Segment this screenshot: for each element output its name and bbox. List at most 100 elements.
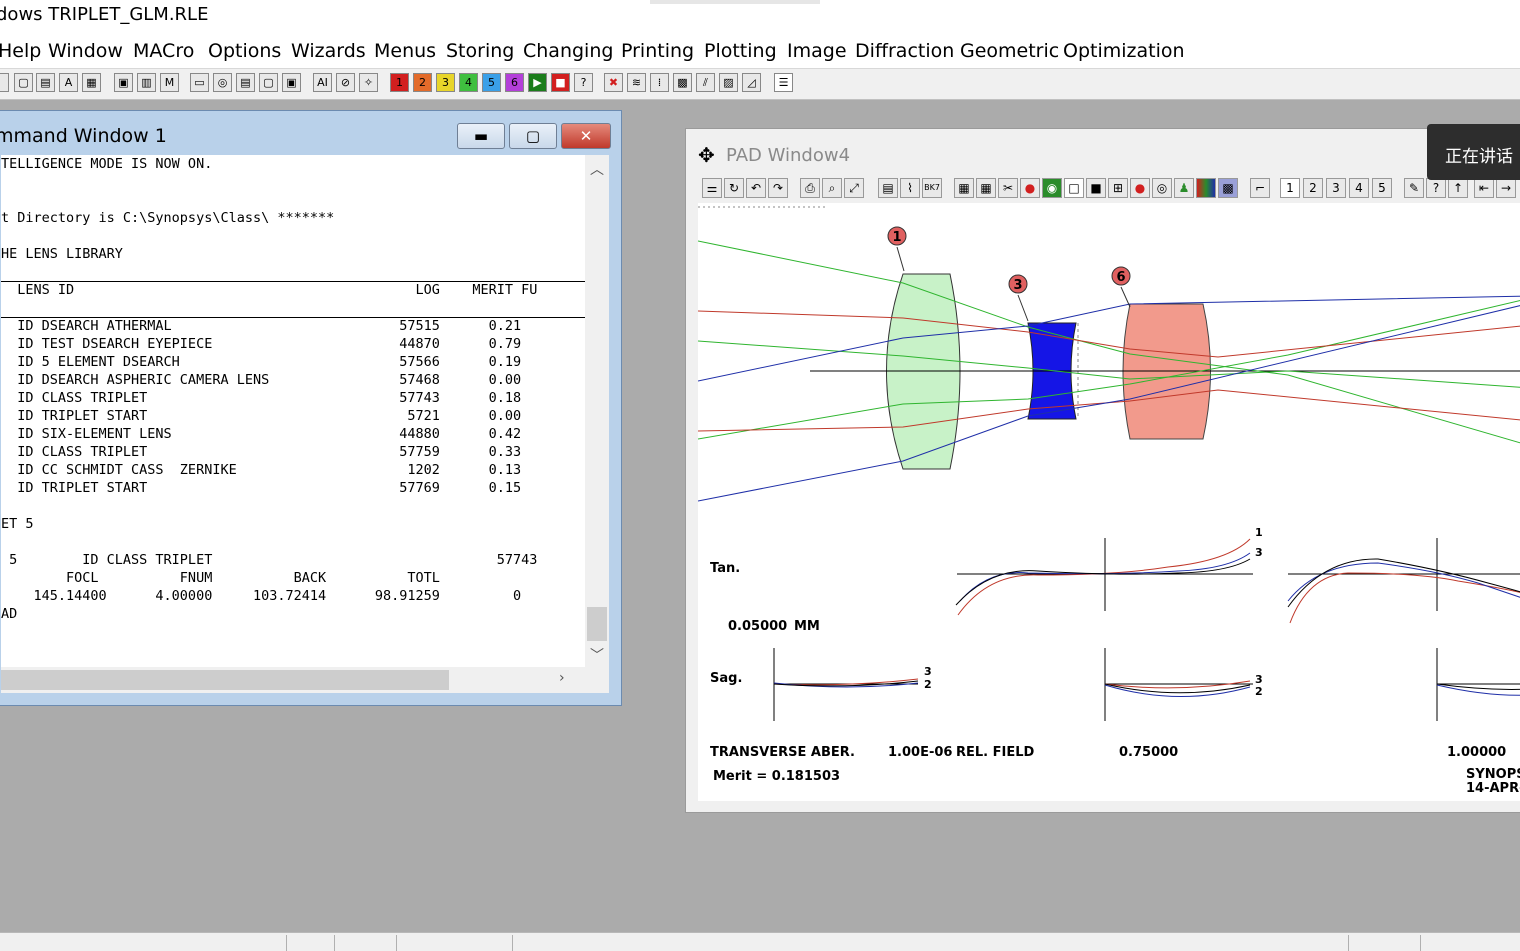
white-square-icon[interactable]: □ [1064, 178, 1084, 198]
color-button-3[interactable]: 3 [436, 73, 455, 92]
menu-window[interactable]: Window [48, 40, 123, 62]
minimize-button[interactable]: ▬ [457, 123, 505, 149]
command-output[interactable]: TELLIGENCE MODE IS NOW ON. t Directory i… [1, 155, 585, 667]
command-output-text: TELLIGENCE MODE IS NOW ON. t Directory i… [1, 156, 538, 622]
bk7-icon[interactable]: BK7 [922, 178, 942, 198]
black-square-icon[interactable]: ■ [1086, 178, 1106, 198]
scroll-up-arrow[interactable]: ︿ [590, 159, 604, 179]
pattern-icon[interactable]: ▩ [1218, 178, 1238, 198]
menu-plotting[interactable]: Plotting [704, 40, 777, 62]
toolbar-edge-icon[interactable] [0, 73, 9, 92]
menu-menus[interactable]: Menus [374, 40, 436, 62]
tan-curve-label-1: 1 [1255, 526, 1263, 539]
color-button-2[interactable]: 2 [413, 73, 432, 92]
menu-wizards[interactable]: Wizards [291, 40, 366, 62]
redo-icon[interactable]: ↷ [768, 178, 788, 198]
fit-icon[interactable]: ⤢ [844, 178, 864, 198]
maximize-button[interactable]: ▢ [509, 123, 557, 149]
undo-icon[interactable]: ↶ [746, 178, 766, 198]
status-divider [396, 935, 397, 951]
macro-icon[interactable]: M [160, 73, 179, 92]
blank-page-icon[interactable]: ▢ [259, 73, 278, 92]
menu-storing[interactable]: Storing [446, 40, 514, 62]
menu-changing[interactable]: Changing [523, 40, 613, 62]
font-icon[interactable]: A [59, 73, 78, 92]
page-button-3[interactable]: 3 [1326, 178, 1346, 198]
menu-optimization[interactable]: Optimization [1063, 40, 1185, 62]
help-cursor-icon[interactable]: ? [1426, 178, 1446, 198]
pad-window-icon: ✥ [698, 143, 715, 167]
chart-icon[interactable]: ◿ [742, 73, 761, 92]
menu-macro[interactable]: MACro [133, 40, 194, 62]
menu-printing[interactable]: Printing [621, 40, 694, 62]
page-button-2[interactable]: 2 [1303, 178, 1323, 198]
grid-icon[interactable]: ▦ [82, 73, 101, 92]
spectrum-icon[interactable]: ≋ [627, 73, 646, 92]
hscroll-thumb[interactable] [1, 670, 449, 690]
compass-icon[interactable]: ✧ [359, 73, 378, 92]
stop-icon[interactable]: ■ [551, 73, 570, 92]
menu-geometric[interactable]: Geometric [960, 40, 1059, 62]
dots-icon[interactable]: ● [1020, 178, 1040, 198]
zoom-icon[interactable]: ⌕ [822, 178, 842, 198]
horizontal-scrollbar[interactable]: › [1, 667, 585, 693]
pad-plot-area[interactable]: 1 3 6 Tan. Sag. 0.05000 MM 1 3 3 2 3 2 T… [698, 203, 1520, 801]
new-file-icon[interactable]: ▢ [14, 73, 33, 92]
glass-icon[interactable]: ⌇ [900, 178, 920, 198]
lens-view-icon[interactable]: ◎ [213, 73, 232, 92]
ai-icon[interactable]: AI [313, 73, 332, 92]
scissors-icon[interactable]: ✂ [998, 178, 1018, 198]
color-button-6[interactable]: 6 [505, 73, 524, 92]
circle-icon[interactable]: ◎ [1152, 178, 1172, 198]
arrow-up-icon[interactable]: ↑ [1448, 178, 1468, 198]
tan-curve-mid-red [957, 538, 1251, 616]
grid-small-icon[interactable]: ▦ [976, 178, 996, 198]
close-button[interactable]: ✕ [561, 123, 611, 149]
color-button-4[interactable]: 4 [459, 73, 478, 92]
cancel-icon[interactable]: ✖ [604, 73, 623, 92]
lens-table-icon[interactable]: ▤ [878, 178, 898, 198]
pencil-icon[interactable]: ✎ [1404, 178, 1424, 198]
rotate-icon[interactable]: ↻ [724, 178, 744, 198]
edit-lens-icon[interactable]: ▣ [114, 73, 133, 92]
surface-label-6: 6 [1116, 270, 1125, 285]
bars-icon[interactable]: ☰ [774, 73, 793, 92]
page-button-5[interactable]: 5 [1372, 178, 1392, 198]
scroll-down-arrow[interactable]: ﹀ [590, 645, 604, 665]
camera-icon[interactable]: ◉ [1042, 178, 1062, 198]
open-file-icon[interactable]: ▤ [36, 73, 55, 92]
scroll-thumb[interactable] [587, 607, 607, 641]
color-button-1[interactable]: 1 [390, 73, 409, 92]
thermometer-icon[interactable]: ⁞ [650, 73, 669, 92]
arrow-right-icon[interactable]: → [1496, 178, 1516, 198]
layout-icon[interactable]: ▣ [282, 73, 301, 92]
menu-options[interactable]: Options [208, 40, 281, 62]
target-icon[interactable]: ⊞ [1108, 178, 1128, 198]
table-icon[interactable]: ▦ [954, 178, 974, 198]
bars-chart-icon[interactable] [1196, 178, 1216, 198]
pattern-icon[interactable]: ▩ [673, 73, 692, 92]
vertical-scrollbar[interactable]: ︿ ﹀ [585, 155, 609, 667]
ruler-icon[interactable]: ⌐ [1250, 178, 1270, 198]
menu-image[interactable]: Image [787, 40, 847, 62]
arrow-left-icon[interactable]: ⇤ [1474, 178, 1494, 198]
color-button-5[interactable]: 5 [482, 73, 501, 92]
scroll-right-arrow[interactable]: › [559, 670, 565, 686]
no-entry-icon[interactable]: ⊘ [336, 73, 355, 92]
page-button-1[interactable]: 1 [1280, 178, 1300, 198]
page-button-4[interactable]: 4 [1349, 178, 1369, 198]
help-icon[interactable]: ? [574, 73, 593, 92]
menu-help[interactable]: Help [0, 40, 41, 62]
print-icon[interactable]: ⎙ [800, 178, 820, 198]
image-icon[interactable]: ▨ [719, 73, 738, 92]
resize-grip-icon[interactable] [585, 667, 609, 693]
ray-icon[interactable]: ⫽ [696, 73, 715, 92]
folder-icon[interactable]: ▥ [137, 73, 156, 92]
person-icon[interactable]: ♟ [1174, 178, 1194, 198]
tile-icon[interactable]: ▤ [236, 73, 255, 92]
menu-diffraction[interactable]: Diffraction [855, 40, 954, 62]
red-dot-icon[interactable]: ● [1130, 178, 1150, 198]
settings-sliders-icon[interactable]: ⚌ [702, 178, 722, 198]
window-icon[interactable]: ▭ [190, 73, 209, 92]
go-icon[interactable]: ▶ [528, 73, 547, 92]
